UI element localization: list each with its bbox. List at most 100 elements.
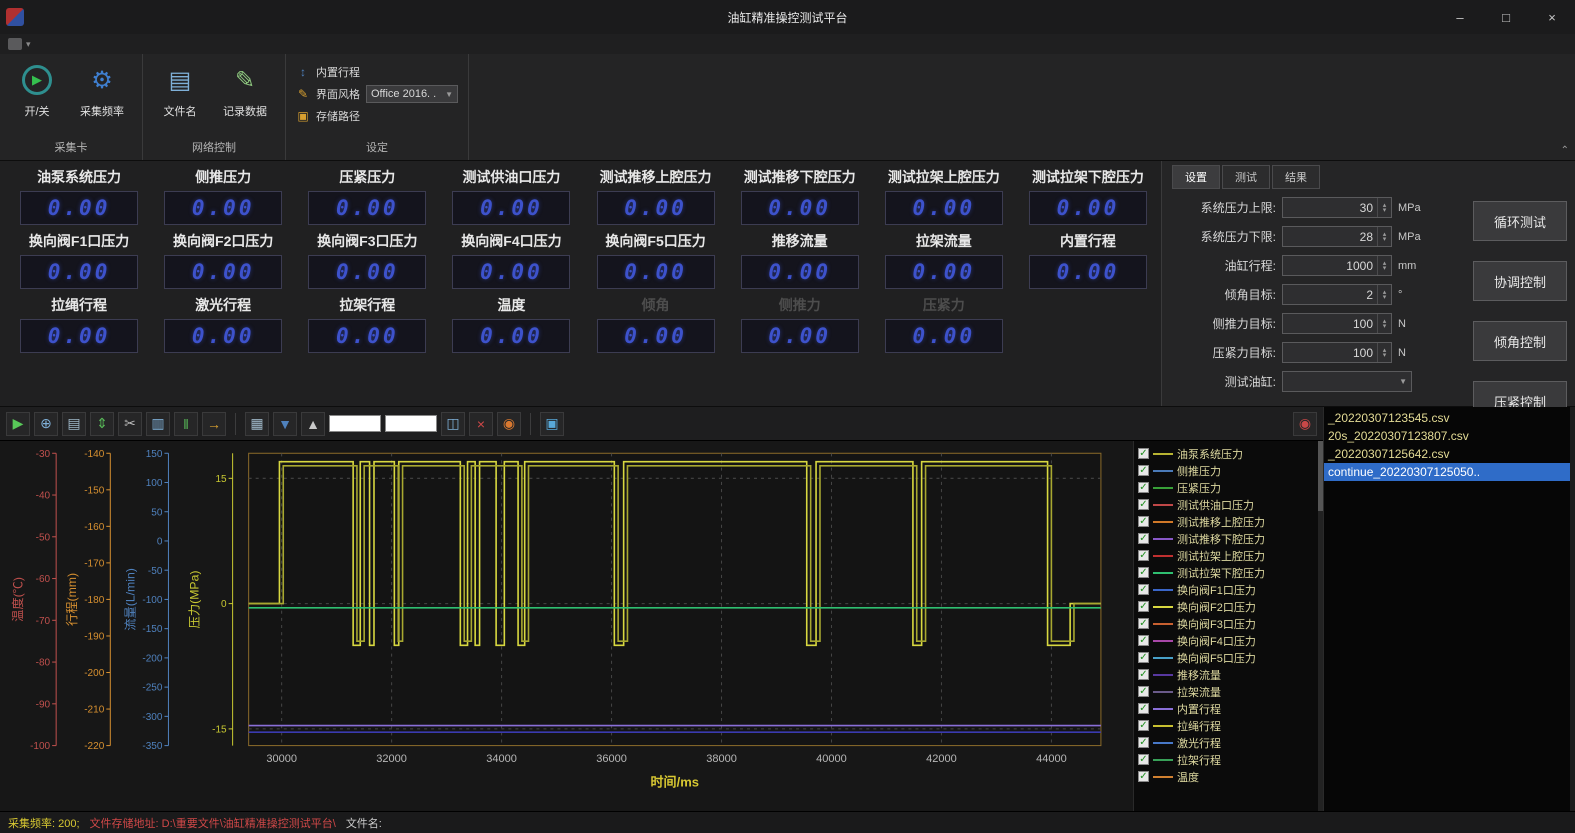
arrow-icon[interactable]: → xyxy=(202,412,226,436)
legend-item[interactable]: ✓内置行程 xyxy=(1138,700,1321,717)
legend-checkbox[interactable]: ✓ xyxy=(1138,448,1149,459)
scale-min-input[interactable] xyxy=(329,415,381,432)
legend-item[interactable]: ✓换向阀F2口压力 xyxy=(1138,598,1321,615)
legend-item[interactable]: ✓测试拉架下腔压力 xyxy=(1138,564,1321,581)
filename-button[interactable]: ▤ 文件名 xyxy=(153,60,207,123)
legend-checkbox[interactable]: ✓ xyxy=(1138,533,1149,544)
legend-checkbox[interactable]: ✓ xyxy=(1138,482,1149,493)
legend-checkbox[interactable]: ✓ xyxy=(1138,635,1149,646)
maximize-button[interactable]: □ xyxy=(1483,0,1529,34)
file-item[interactable]: _20220307125642.csv xyxy=(1324,445,1575,463)
legend-item[interactable]: ✓换向阀F4口压力 xyxy=(1138,632,1321,649)
legend-item[interactable]: ✓推移流量 xyxy=(1138,666,1321,683)
zoom-icon[interactable]: ⊕ xyxy=(34,412,58,436)
stepper-arrows[interactable]: ▴▾ xyxy=(1377,343,1391,362)
sample-rate-button[interactable]: ⚙ 采集频率 xyxy=(72,60,132,123)
legend-checkbox[interactable]: ✓ xyxy=(1138,550,1149,561)
legend-checkbox[interactable]: ✓ xyxy=(1138,652,1149,663)
legend-item[interactable]: ✓压紧压力 xyxy=(1138,479,1321,496)
chevron-up-icon[interactable]: ⌃ xyxy=(1561,145,1569,156)
storage-path-item[interactable]: ▣ 存储路径 xyxy=(296,108,458,124)
legend-item[interactable]: ✓拉架行程 xyxy=(1138,751,1321,768)
legend-item[interactable]: ✓测试供油口压力 xyxy=(1138,496,1321,513)
legend-checkbox[interactable]: ✓ xyxy=(1138,618,1149,629)
copy-chart-icon[interactable]: ▥ xyxy=(146,412,170,436)
legend-checkbox[interactable]: ✓ xyxy=(1138,499,1149,510)
chart-area[interactable]: 3000032000340003600038000400004200044000… xyxy=(0,441,1133,811)
legend-checkbox[interactable]: ✓ xyxy=(1138,465,1149,476)
numeric-stepper[interactable]: 100▴▾ xyxy=(1282,342,1392,363)
tab-test[interactable]: 测试 xyxy=(1222,165,1270,189)
legend-item[interactable]: ✓温度 xyxy=(1138,768,1321,785)
file-item[interactable]: _20220307123545.csv xyxy=(1324,409,1575,427)
stepper-down-icon[interactable]: ▾ xyxy=(1383,324,1387,329)
run-icon[interactable]: ▶ xyxy=(6,412,30,436)
numeric-stepper[interactable]: 2▴▾ xyxy=(1282,284,1392,305)
tab-results[interactable]: 结果 xyxy=(1272,165,1320,189)
stepper-arrows[interactable]: ▴▾ xyxy=(1377,285,1391,304)
legend-item[interactable]: ✓换向阀F3口压力 xyxy=(1138,615,1321,632)
chevron-down-icon[interactable]: ▾ xyxy=(26,39,31,50)
legend-item[interactable]: ✓激光行程 xyxy=(1138,734,1321,751)
grid-icon[interactable]: ▦ xyxy=(245,412,269,436)
minimize-button[interactable]: – xyxy=(1437,0,1483,34)
builtin-stroke-item[interactable]: ↕ 内置行程 xyxy=(296,64,458,80)
legend-item[interactable]: ✓油泵系统压力 xyxy=(1138,445,1321,462)
control-button-1[interactable]: 循环测试 xyxy=(1473,201,1567,241)
peak-icon[interactable]: ▲ xyxy=(301,412,325,436)
legend-checkbox[interactable]: ✓ xyxy=(1138,669,1149,680)
tab-settings[interactable]: 设置 xyxy=(1172,165,1220,189)
stepper-down-icon[interactable]: ▾ xyxy=(1383,266,1387,271)
stepper-arrows[interactable]: ▴▾ xyxy=(1377,314,1391,333)
legend-checkbox[interactable]: ✓ xyxy=(1138,720,1149,731)
close-button[interactable]: × xyxy=(1529,0,1575,34)
filter-icon[interactable]: ▼ xyxy=(273,412,297,436)
control-button-2[interactable]: 协调控制 xyxy=(1473,261,1567,301)
stepper-down-icon[interactable]: ▾ xyxy=(1383,295,1387,300)
cursor-icon[interactable]: ‖ xyxy=(174,412,198,436)
numeric-stepper[interactable]: 28▴▾ xyxy=(1282,226,1392,247)
file-item[interactable]: continue_20220307125050.. xyxy=(1324,463,1575,481)
close-chart-icon[interactable]: × xyxy=(469,412,493,436)
stepper-down-icon[interactable]: ▾ xyxy=(1383,353,1387,358)
file-item[interactable]: 20s_20220307123807.csv xyxy=(1324,427,1575,445)
legend-item[interactable]: ✓拉绳行程 xyxy=(1138,717,1321,734)
record-data-button[interactable]: ✎ 记录数据 xyxy=(215,60,275,123)
cut-icon[interactable]: ✂ xyxy=(118,412,142,436)
legend-item[interactable]: ✓换向阀F1口压力 xyxy=(1138,581,1321,598)
numeric-stepper[interactable]: 30▴▾ xyxy=(1282,197,1392,218)
legend-item[interactable]: ✓测试推移上腔压力 xyxy=(1138,513,1321,530)
scale-max-input[interactable] xyxy=(385,415,437,432)
stepper-down-icon[interactable]: ▾ xyxy=(1383,208,1387,213)
numeric-stepper[interactable]: 100▴▾ xyxy=(1282,313,1392,334)
legend-item[interactable]: ✓测试拉架上腔压力 xyxy=(1138,547,1321,564)
autoscale-icon[interactable]: ⇕ xyxy=(90,412,114,436)
control-button-3[interactable]: 倾角控制 xyxy=(1473,321,1567,361)
legend-item[interactable]: ✓侧推压力 xyxy=(1138,462,1321,479)
legend-checkbox[interactable]: ✓ xyxy=(1138,686,1149,697)
legend-checkbox[interactable]: ✓ xyxy=(1138,567,1149,578)
stepper-arrows[interactable]: ▴▾ xyxy=(1377,227,1391,246)
legend-checkbox[interactable]: ✓ xyxy=(1138,737,1149,748)
legend-item[interactable]: ✓拉架流量 xyxy=(1138,683,1321,700)
legend-checkbox[interactable]: ✓ xyxy=(1138,754,1149,765)
file-scrollbar[interactable] xyxy=(1570,407,1575,811)
export-chart-icon[interactable]: ◫ xyxy=(441,412,465,436)
legend-item[interactable]: ✓测试推移下腔压力 xyxy=(1138,530,1321,547)
legend-checkbox[interactable]: ✓ xyxy=(1138,516,1149,527)
legend-checkbox[interactable]: ✓ xyxy=(1138,601,1149,612)
numeric-stepper[interactable]: 1000▴▾ xyxy=(1282,255,1392,276)
cylinder-select[interactable]: ▼ xyxy=(1282,371,1412,392)
palette-icon[interactable]: ◉ xyxy=(497,412,521,436)
ui-style-select[interactable]: Office 2016. . ▼ xyxy=(366,85,458,103)
print-icon[interactable]: ▤ xyxy=(62,412,86,436)
legend-checkbox[interactable]: ✓ xyxy=(1138,703,1149,714)
stepper-down-icon[interactable]: ▾ xyxy=(1383,237,1387,242)
stepper-arrows[interactable]: ▴▾ xyxy=(1377,256,1391,275)
legend-checkbox[interactable]: ✓ xyxy=(1138,771,1149,782)
power-toggle-button[interactable]: ▶ 开/关 xyxy=(10,60,64,123)
snapshot-icon[interactable]: ▣ xyxy=(540,412,564,436)
legend-item[interactable]: ✓换向阀F5口压力 xyxy=(1138,649,1321,666)
legend-checkbox[interactable]: ✓ xyxy=(1138,584,1149,595)
menu-icon[interactable] xyxy=(8,38,22,50)
